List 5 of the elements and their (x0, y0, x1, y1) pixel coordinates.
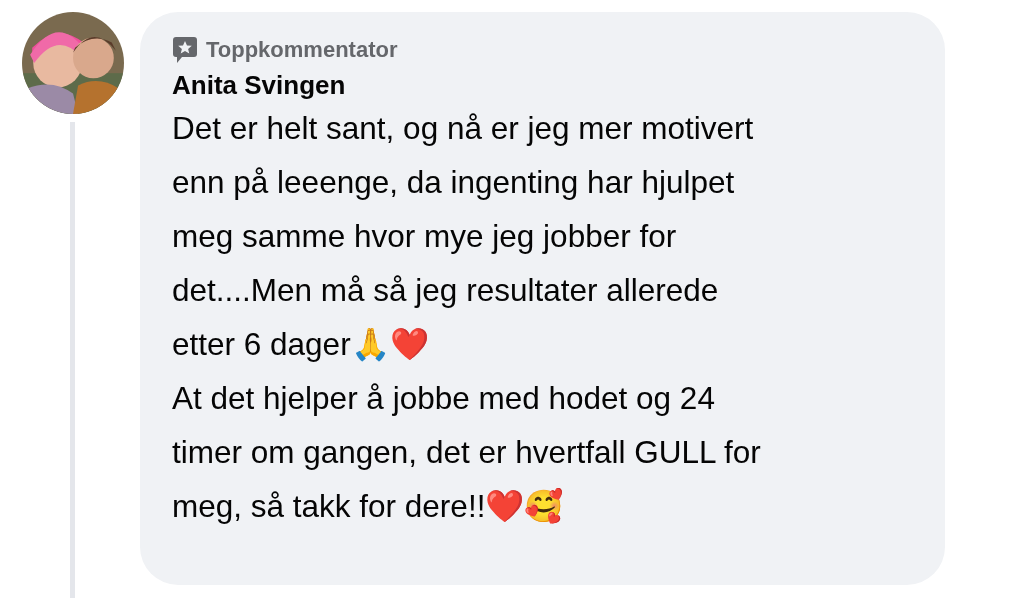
badge-label: Toppkommentator (206, 37, 398, 63)
author-name[interactable]: Anita Svingen (172, 70, 913, 101)
comment-text: At det hjelper å jobbe med hodet og 24 timer om gangen, det er hvertfall GULL for meg, så takk for dere!!❤🥰 (172, 379, 762, 526)
star-badge-icon (172, 36, 198, 64)
comment-text: Det er helt sant, og nå er jeg mer motivert enn på leeenge, da ingenting har hjulpet meg samme hvor mye jeg jobber for det....Men må så jeg resultater allerede etter 6 dager🙏❤ (172, 109, 755, 364)
